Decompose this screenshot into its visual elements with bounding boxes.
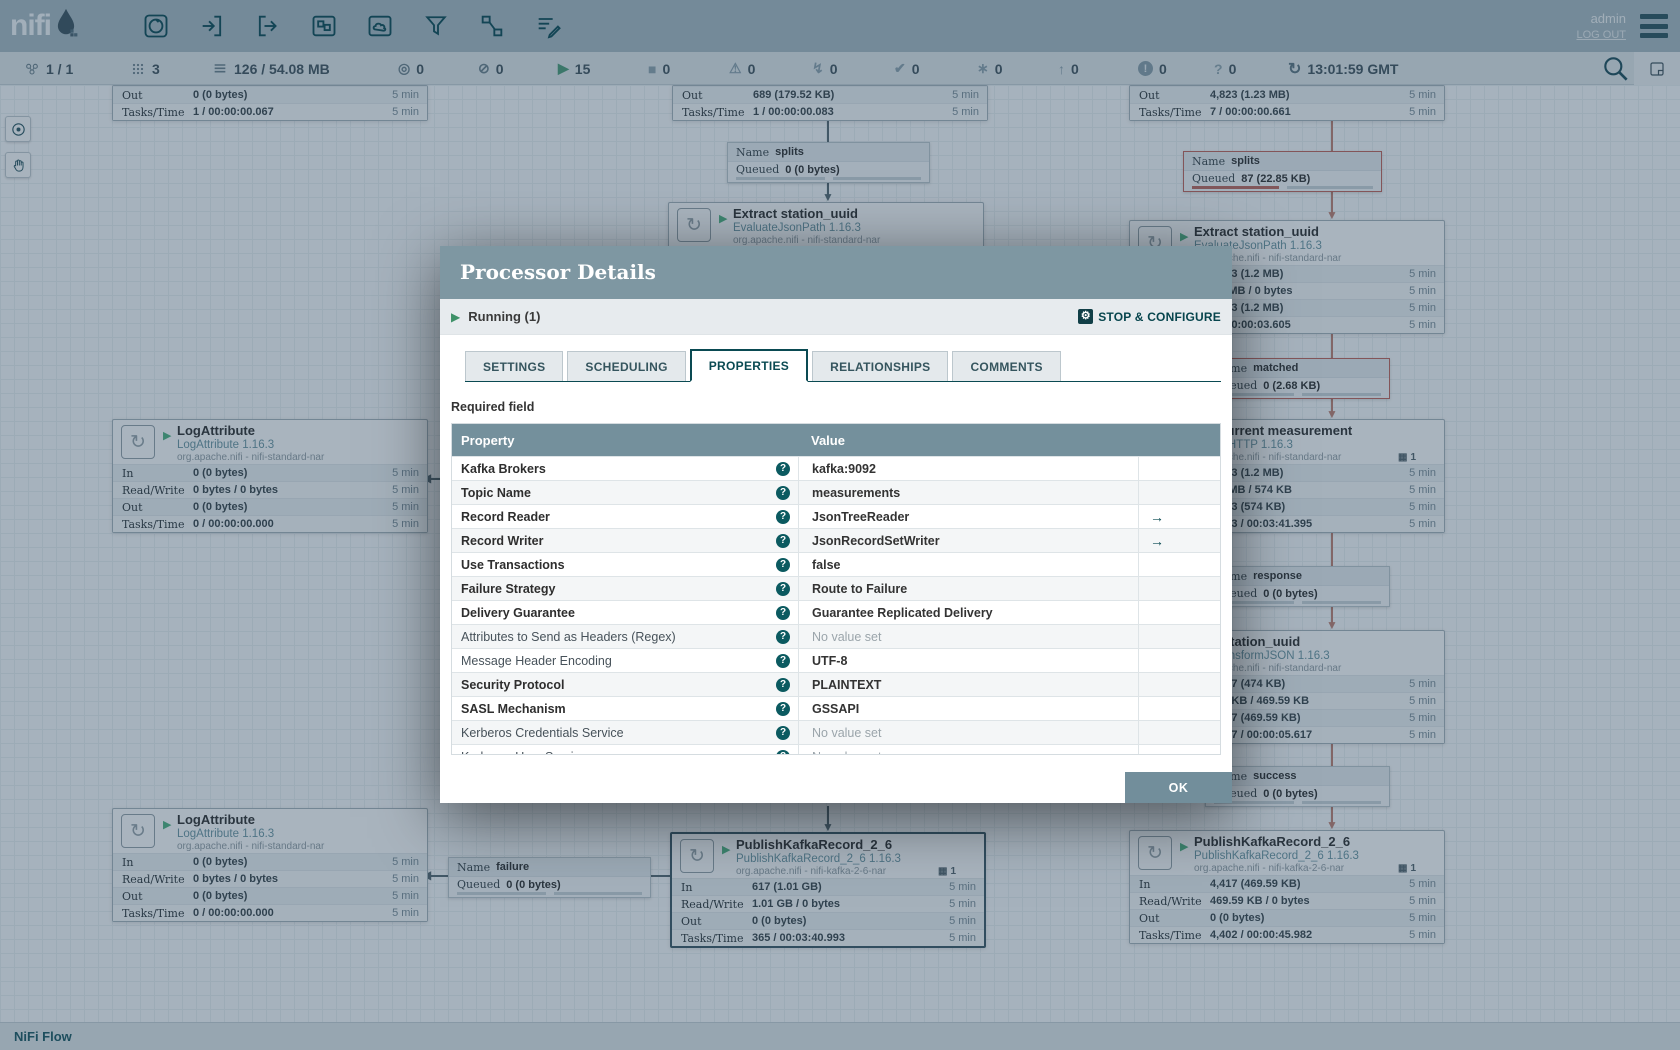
property-column-header: Property: [452, 433, 798, 448]
help-icon[interactable]: ?: [776, 654, 790, 668]
property-row: Use Transactions ? false: [452, 552, 1220, 576]
property-extra: [1138, 625, 1220, 648]
property-name: Failure Strategy ?: [452, 577, 798, 600]
property-row: Record Reader ? JsonTreeReader →: [452, 504, 1220, 528]
property-name: Record Reader ?: [452, 505, 798, 528]
property-name: Attributes to Send as Headers (Regex) ?: [452, 625, 798, 648]
property-name: Security Protocol ?: [452, 673, 798, 696]
property-row: Failure Strategy ? Route to Failure: [452, 576, 1220, 600]
help-icon[interactable]: ?: [776, 726, 790, 740]
property-name: SASL Mechanism ?: [452, 697, 798, 720]
help-icon[interactable]: ?: [776, 750, 790, 756]
property-row: Message Header Encoding ? UTF-8: [452, 648, 1220, 672]
tab-settings[interactable]: SETTINGS: [465, 351, 563, 381]
property-value[interactable]: kafka:9092: [798, 457, 1138, 480]
property-extra: →: [1138, 505, 1220, 528]
property-name: Use Transactions ?: [452, 553, 798, 576]
property-extra: →: [1138, 529, 1220, 552]
property-value[interactable]: PLAINTEXT: [798, 673, 1138, 696]
property-extra: [1138, 697, 1220, 720]
property-name: Kerberos Credentials Service ?: [452, 721, 798, 744]
property-extra: [1138, 721, 1220, 744]
property-row: Attributes to Send as Headers (Regex) ? …: [452, 624, 1220, 648]
property-extra: [1138, 481, 1220, 504]
property-value[interactable]: JsonTreeReader: [798, 505, 1138, 528]
property-name: Delivery Guarantee ?: [452, 601, 798, 624]
help-icon[interactable]: ?: [776, 462, 790, 476]
help-icon[interactable]: ?: [776, 606, 790, 620]
property-extra: [1138, 577, 1220, 600]
property-extra: [1138, 673, 1220, 696]
dialog-state-bar: ▶ Running (1) ⚙ STOP & CONFIGURE: [440, 299, 1232, 335]
tab-relationships[interactable]: RELATIONSHIPS: [812, 351, 948, 381]
dialog-tabs: SETTINGSSCHEDULINGPROPERTIESRELATIONSHIP…: [465, 349, 1221, 382]
ok-button[interactable]: OK: [1125, 772, 1232, 803]
property-name: Record Writer ?: [452, 529, 798, 552]
help-icon[interactable]: ?: [776, 582, 790, 596]
property-row: Record Writer ? JsonRecordSetWriter →: [452, 528, 1220, 552]
running-state-label: Running (1): [468, 309, 540, 324]
help-icon[interactable]: ?: [776, 486, 790, 500]
properties-table-header: Property Value: [452, 424, 1220, 456]
property-row: Topic Name ? measurements: [452, 480, 1220, 504]
help-icon[interactable]: ?: [776, 558, 790, 572]
property-row: Kerberos Credentials Service ? No value …: [452, 720, 1220, 744]
tab-properties[interactable]: PROPERTIES: [690, 349, 808, 382]
tab-comments[interactable]: COMMENTS: [952, 351, 1060, 381]
running-state-icon: ▶: [451, 310, 460, 324]
property-extra: [1138, 457, 1220, 480]
property-name: Message Header Encoding ?: [452, 649, 798, 672]
property-row: Delivery Guarantee ? Guarantee Replicate…: [452, 600, 1220, 624]
value-column-header: Value: [798, 433, 1138, 448]
property-extra: [1138, 745, 1220, 755]
stop-and-configure-button[interactable]: ⚙ STOP & CONFIGURE: [1078, 309, 1221, 324]
property-name: Topic Name ?: [452, 481, 798, 504]
property-value[interactable]: Guarantee Replicated Delivery: [798, 601, 1138, 624]
properties-table: Property Value Kafka Brokers ? kafka:909…: [451, 423, 1221, 755]
property-value[interactable]: measurements: [798, 481, 1138, 504]
property-row: SASL Mechanism ? GSSAPI: [452, 696, 1220, 720]
property-value[interactable]: UTF-8: [798, 649, 1138, 672]
property-value[interactable]: No value set: [798, 745, 1138, 755]
dialog-title: Processor Details: [440, 246, 1232, 299]
stop-configure-gear-icon: ⚙: [1078, 309, 1093, 324]
tab-scheduling[interactable]: SCHEDULING: [567, 351, 685, 381]
go-to-service-icon[interactable]: →: [1150, 533, 1164, 549]
property-value[interactable]: false: [798, 553, 1138, 576]
help-icon[interactable]: ?: [776, 510, 790, 524]
help-icon[interactable]: ?: [776, 534, 790, 548]
property-extra: [1138, 649, 1220, 672]
property-value[interactable]: No value set: [798, 721, 1138, 744]
property-row: Security Protocol ? PLAINTEXT: [452, 672, 1220, 696]
property-value[interactable]: JsonRecordSetWriter: [798, 529, 1138, 552]
property-value[interactable]: Route to Failure: [798, 577, 1138, 600]
property-value[interactable]: No value set: [798, 625, 1138, 648]
go-to-service-icon[interactable]: →: [1150, 509, 1164, 525]
property-extra: [1138, 601, 1220, 624]
help-icon[interactable]: ?: [776, 678, 790, 692]
property-extra: [1138, 553, 1220, 576]
property-name: Kafka Brokers ?: [452, 457, 798, 480]
property-value[interactable]: GSSAPI: [798, 697, 1138, 720]
nifi-application: ▼▼▼▼▼▼◀◀ Out 0 (0 bytes) 5 min Tasks/Tim…: [0, 0, 1680, 1050]
processor-details-dialog: Processor Details ▶ Running (1) ⚙ STOP &…: [440, 246, 1232, 803]
property-row: Kafka Brokers ? kafka:9092: [452, 456, 1220, 480]
required-field-label: Required field: [451, 400, 1232, 415]
help-icon[interactable]: ?: [776, 702, 790, 716]
help-icon[interactable]: ?: [776, 630, 790, 644]
property-name: Kerberos User Service ?: [452, 745, 798, 755]
property-row: Kerberos User Service ? No value set: [452, 744, 1220, 755]
